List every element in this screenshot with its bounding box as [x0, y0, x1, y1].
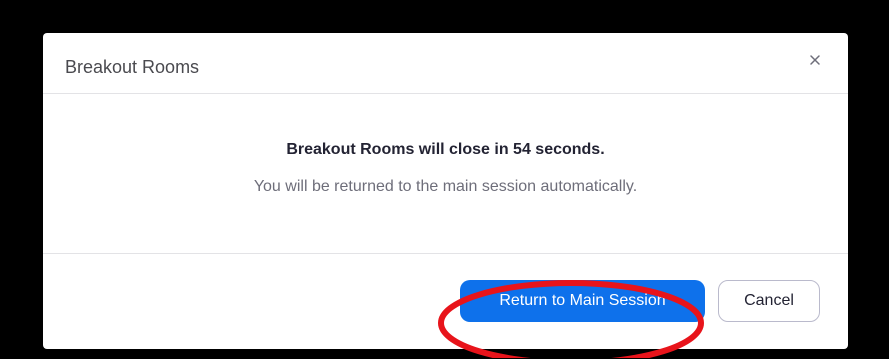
screen-backdrop: Breakout Rooms Breakout Rooms will close…: [0, 0, 889, 359]
breakout-rooms-dialog: Breakout Rooms Breakout Rooms will close…: [43, 33, 848, 349]
dialog-header: Breakout Rooms: [43, 33, 848, 94]
cancel-button[interactable]: Cancel: [718, 280, 820, 322]
close-icon: [810, 55, 820, 65]
return-to-main-session-button[interactable]: Return to Main Session: [460, 280, 705, 322]
dialog-title: Breakout Rooms: [65, 57, 200, 77]
countdown-headline: Breakout Rooms will close in 54 seconds.: [286, 141, 605, 158]
close-button[interactable]: [804, 49, 826, 71]
dialog-footer: Return to Main Session Cancel: [43, 254, 848, 349]
dialog-body: Breakout Rooms will close in 54 seconds.…: [43, 94, 848, 254]
return-message: You will be returned to the main session…: [253, 178, 638, 195]
